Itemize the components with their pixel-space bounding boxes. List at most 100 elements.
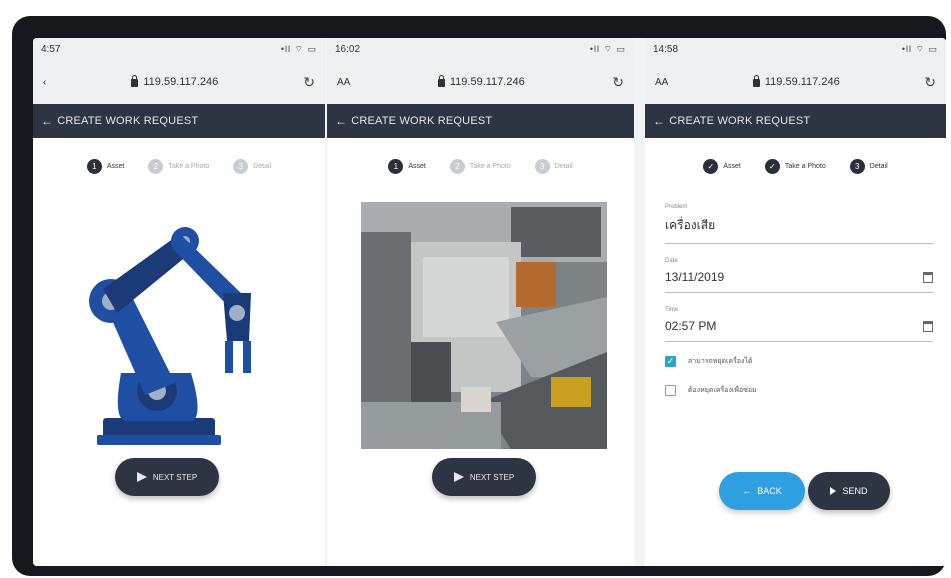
step-asset[interactable]: 1 Asset <box>86 158 125 174</box>
check-icon: ✓ <box>764 158 780 174</box>
step-label: Detail <box>869 162 888 170</box>
step-detail[interactable]: 3 Detail <box>534 158 573 174</box>
button-label: NEXT STEP <box>469 472 515 482</box>
send-button[interactable]: SEND <box>808 472 890 510</box>
screens-container: 4:57 •ll ⌔ ▭ ‹ 119.59.117.246 ↻ ← CREATE… <box>33 38 946 566</box>
step-detail[interactable]: 3 Detail <box>233 158 272 174</box>
robot-arm-image[interactable] <box>73 223 263 448</box>
status-bar: 16:02 •ll ⌔ ▭ <box>327 38 634 60</box>
checkbox-row-2[interactable]: ต้องหยุดเครื่องเพื่อซ่อม <box>665 385 946 396</box>
checkbox-label: สามารถหยุดเครื่องได้ <box>688 358 753 365</box>
step-number: 1 <box>86 158 102 174</box>
step-number: 2 <box>449 158 465 174</box>
step-asset[interactable]: ✓ Asset <box>703 158 741 174</box>
step-asset[interactable]: 1 Asset <box>388 158 426 174</box>
step-label: Take a Photo <box>784 162 826 170</box>
robot-gripper <box>225 341 251 373</box>
step-number: 2 <box>148 158 164 174</box>
status-time: 16:02 <box>335 43 361 55</box>
reload-icon[interactable]: ↻ <box>612 74 624 91</box>
reload-icon[interactable]: ↻ <box>303 74 315 91</box>
step-photo[interactable]: 2 Take a Photo <box>148 158 210 174</box>
app-header: ← CREATE WORK REQUEST <box>327 104 634 138</box>
url-text: 119.59.117.246 <box>764 76 840 88</box>
aa-icon[interactable]: ‹ <box>43 77 46 88</box>
step-number: 3 <box>233 158 249 174</box>
stepper: 1 Asset 2 Take a Photo 3 Detail <box>33 138 325 194</box>
field-label: Time <box>665 307 679 313</box>
status-bar: 14:58 •ll ⌔ ▭ <box>645 38 946 60</box>
app-header: ← CREATE WORK REQUEST <box>645 104 946 138</box>
clock-icon[interactable] <box>923 321 933 332</box>
status-time: 14:58 <box>653 43 679 55</box>
page-title: CREATE WORK REQUEST <box>351 115 493 127</box>
field-label: Date <box>665 258 678 264</box>
screen-detail: 14:58 •ll ⌔ ▭ AA 119.59.117.246 ↻ ← CREA… <box>645 38 946 566</box>
step-number: 3 <box>849 158 865 174</box>
status-icons: •ll ⌔ ▭ <box>589 43 626 54</box>
checkbox-checked[interactable]: ✓ <box>665 356 676 367</box>
back-arrow-icon[interactable]: ← <box>653 114 665 128</box>
date-input[interactable]: 13/11/2019 <box>665 270 933 293</box>
check-icon: ✓ <box>703 158 719 174</box>
step-photo[interactable]: 2 Take a Photo <box>449 158 511 174</box>
status-time: 4:57 <box>41 43 61 55</box>
status-bar: 4:57 •ll ⌔ ▭ <box>33 38 325 60</box>
screen-photo: 16:02 •ll ⌔ ▭ AA 119.59.117.246 ↻ ← CREA… <box>327 38 634 566</box>
send-icon <box>136 472 147 482</box>
date-field[interactable]: Date 13/11/2019 <box>665 258 933 293</box>
step-label: Take a Photo <box>168 162 210 170</box>
checkbox-label: ต้องหยุดเครื่องเพื่อซ่อม <box>688 387 757 394</box>
status-icons: •ll ⌔ ▭ <box>901 43 938 54</box>
time-field[interactable]: Time 02:57 PM <box>665 307 933 342</box>
page-title: CREATE WORK REQUEST <box>669 115 811 127</box>
problem-field[interactable]: Problem เครื่องเสีย <box>665 204 933 244</box>
step-label: Asset <box>408 162 426 170</box>
play-icon <box>830 487 837 495</box>
address-bar[interactable]: ‹ 119.59.117.246 ↻ <box>33 60 325 104</box>
next-step-button[interactable]: NEXT STEP <box>432 458 536 496</box>
lock-icon <box>131 75 139 87</box>
checkbox-row-1[interactable]: ✓ สามารถหยุดเครื่องได้ <box>665 356 946 367</box>
page-title: CREATE WORK REQUEST <box>57 115 199 127</box>
back-arrow-icon[interactable]: ← <box>335 114 347 128</box>
app-header: ← CREATE WORK REQUEST <box>33 104 325 138</box>
button-label: BACK <box>757 486 782 496</box>
step-photo[interactable]: ✓ Take a Photo <box>764 158 826 174</box>
address-bar[interactable]: AA 119.59.117.246 ↻ <box>645 60 946 104</box>
step-label: Asset <box>723 162 741 170</box>
send-icon <box>453 472 464 482</box>
address-bar[interactable]: AA 119.59.117.246 ↻ <box>327 60 634 104</box>
stepper: ✓ Asset ✓ Take a Photo 3 Detail <box>645 138 946 194</box>
reload-icon[interactable]: ↻ <box>924 74 936 91</box>
step-label: Detail <box>253 162 272 170</box>
button-label: SEND <box>842 486 868 496</box>
step-label: Detail <box>554 162 573 170</box>
stepper: 1 Asset 2 Take a Photo 3 Detail <box>327 138 634 194</box>
step-label: Asset <box>106 162 125 170</box>
step-detail[interactable]: 3 Detail <box>849 158 888 174</box>
reader-aa-icon[interactable]: AA <box>337 77 350 88</box>
detail-form: Problem เครื่องเสีย Date 13/11/2019 Time… <box>645 194 946 396</box>
next-step-button[interactable]: NEXT STEP <box>115 458 219 496</box>
step-number: 3 <box>534 158 550 174</box>
back-arrow-icon[interactable]: ← <box>41 114 53 128</box>
back-button[interactable]: ← BACK <box>719 472 805 510</box>
checkbox-unchecked[interactable] <box>665 385 676 396</box>
field-label: Problem <box>665 204 688 210</box>
url-text: 119.59.117.246 <box>449 76 525 88</box>
lock-icon <box>752 75 760 87</box>
step-label: Take a Photo <box>469 162 511 170</box>
time-input[interactable]: 02:57 PM <box>665 319 933 342</box>
factory-photo[interactable] <box>361 202 607 449</box>
problem-input[interactable]: เครื่องเสีย <box>665 216 933 244</box>
arrow-left-icon: ← <box>742 486 752 496</box>
lock-icon <box>437 75 445 87</box>
button-label: NEXT STEP <box>152 472 198 482</box>
calendar-icon[interactable] <box>923 272 933 283</box>
step-number: 1 <box>388 158 404 174</box>
screen-asset: 4:57 •ll ⌔ ▭ ‹ 119.59.117.246 ↻ ← CREATE… <box>33 38 325 566</box>
status-icons: •ll ⌔ ▭ <box>280 43 317 54</box>
reader-aa-icon[interactable]: AA <box>655 77 668 88</box>
url-text: 119.59.117.246 <box>143 76 219 88</box>
